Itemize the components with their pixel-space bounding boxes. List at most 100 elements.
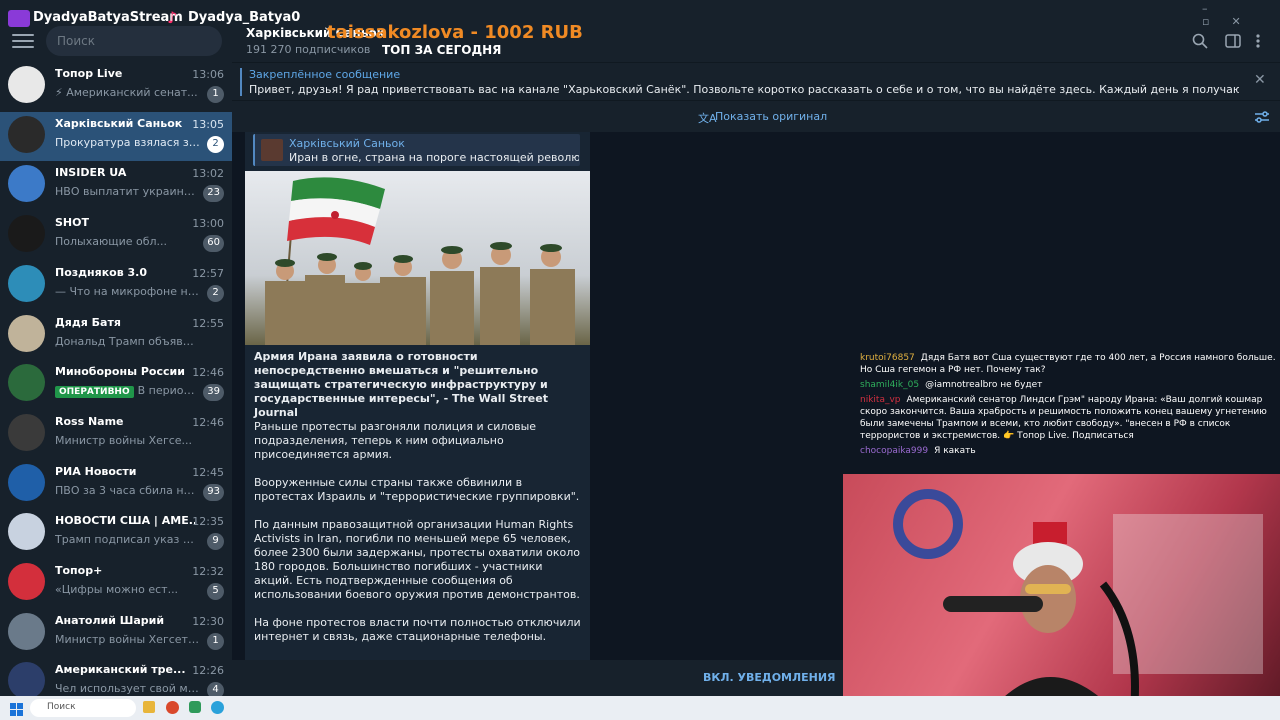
unread-badge: 9 [207,533,224,551]
chat-preview-text: Министр войны Хегсет ... [55,632,200,646]
chat-name: Американский тре... [55,663,186,677]
stream-chat-message: nikita_vp Американский сенатор Линдси Грэ… [860,394,1276,442]
window-controls[interactable]: –▫✕ [1202,2,1280,28]
chat-time: 12:35 [192,515,224,529]
chat-name: Минобороны России [55,365,185,379]
show-original-link[interactable]: Показать оригинал [715,110,827,123]
unread-badge: 5 [207,583,224,600]
chat-list-item[interactable]: Дядя Батя 12:55 Дональд Трамп объявил о в.… [0,311,232,361]
chat-message-text: Американский сенатор Линдси Грэм" народу… [860,395,1267,441]
chat-sidebar: Поиск Топор Live 13:06 ⚡ Американский сена… [0,0,232,700]
chat-preview-text: В период с 20... [137,384,200,398]
chat-avatar [8,364,45,402]
chat-preview: Полыхающие обл... [55,235,200,248]
chat-avatar [8,662,45,700]
close-icon[interactable]: ✕ [1254,72,1266,88]
chat-preview-text: — Что на микрофоне на... [55,284,200,298]
chat-username: nikita_vp [860,395,901,405]
telegram-icon[interactable] [211,701,224,714]
chat-name: Харківський Саньок [55,116,183,130]
subscriber-count: 191 270 подписчиков [246,43,371,56]
chat-avatar [8,215,45,253]
chat-list-item[interactable]: РИА Новости 12:45 ПВО за 3 часа сбила над … [0,460,232,510]
search-icon[interactable] [1192,33,1208,49]
chat-list-item[interactable]: НОВОСТИ США | АМЕ... 12:35 Трамп подписал … [0,509,232,559]
chat-name: Топор+ [55,564,103,577]
chat-time: 13:00 [192,217,224,231]
unread-badge: 39 [203,384,224,402]
chat-preview-text: Чел использует свой мо... [55,682,200,696]
pinned-message[interactable]: Закреплённое сообщение Привет, друзья! Я… [232,62,1280,100]
chat-name: НОВОСТИ США | АМЕ... [55,514,195,528]
filter-settings-icon[interactable] [1254,109,1270,125]
chat-list-item[interactable]: Ross Name 12:46 Министр войны Хегсе... [0,410,232,460]
windows-start-icon[interactable] [10,701,23,716]
file-explorer-icon[interactable] [143,701,155,713]
chat-time: 13:06 [192,68,224,81]
chat-username: krutoi76857 [860,353,915,363]
more-options-icon[interactable] [1254,33,1262,49]
unread-badge: 23 [203,185,224,203]
chat-preview: НВО выплатит украинк... [55,185,200,198]
chat-preview: — Что на микрофоне на... [55,285,200,298]
chat-preview-text: НВО выплатит украинк... [55,185,200,199]
pinned-text: Привет, друзья! Я рад приветствовать вас… [249,83,1239,96]
chat-preview-text: Дональд Трамп объявил о в... [55,334,200,348]
post-paragraph: На фоне протестов власти почти полностью… [254,616,581,643]
top-today-label: ТОП ЗА СЕГОДНЯ [382,43,502,57]
taskbar-search-input[interactable]: Поиск [30,699,136,717]
sidebar-toggle-icon[interactable] [1225,33,1241,49]
chat-preview: Трамп подписал указ о з... [55,533,200,546]
chat-preview: Министр войны Хегсет ... [55,633,200,646]
reply-author: Харківський Саньок [289,137,405,150]
chat-preview-text: Полыхающие обл... [55,235,168,249]
chat-avatar [8,463,45,501]
chat-avatar [8,165,45,203]
soldiers-photo-illustration [265,177,575,345]
chat-preview: ПВО за 3 часа сбила над ро... [55,484,200,497]
translate-icon: 文A [698,112,717,125]
chat-avatar [8,66,45,103]
chat-time: 12:32 [192,565,224,578]
reply-text: Иран в огне, страна на пороге настоящей … [289,151,579,164]
chat-list-item[interactable]: Топор+ 12:32 «Цифры можно ест... 5 [0,559,232,609]
chat-list-item[interactable]: SHOT 13:00 Полыхающие обл... 60 [0,211,232,261]
chat-avatar [8,513,45,551]
reply-preview[interactable]: Харківський Саньок Иран в огне, страна н… [253,134,580,166]
chat-name: Поздняков 3.0 [55,265,148,279]
post-image[interactable] [245,171,590,345]
streamer-webcam [843,474,1280,720]
chat-list-item[interactable]: Анатолий Шарий 12:30 Министр войны Хегсет … [0,609,232,659]
post-paragraph: Раньше протесты разгоняли полиция и сило… [254,420,537,461]
chat-preview: Прокуратура взялася за ... [55,136,200,149]
post-headline: Армия Ирана заявила о готовности непосре… [254,350,548,419]
unread-badge: 1 [207,632,224,650]
notifications-toggle-button[interactable]: ВКЛ. УВЕДОМЛЕНИЯ [703,671,836,684]
chat-username: shamil4ik_05 [860,380,920,390]
chat-avatar [8,563,45,600]
hamburger-menu-icon[interactable] [12,30,34,52]
channel-post[interactable]: Харківський Саньок Иран в огне, страна н… [245,132,590,660]
chat-preview-text: ⚡ Американский сенат... [55,86,198,99]
channel-bottom-bar: ВКЛ. УВЕДОМЛЕНИЯ [232,660,844,696]
chat-username: chocopaika999 [860,446,929,456]
chat-list-item[interactable]: Топор Live 13:06 ⚡ Американский сенат... 1 [0,62,232,112]
chrome-icon[interactable] [166,701,179,714]
unread-badge: 1 [207,86,224,103]
chat-preview-text: Трамп подписал указ о з... [55,533,200,547]
stream-chat-overlay: krutoi76857 Дядя Батя вот Сша существуют … [860,352,1276,470]
chat-list-item[interactable]: Минобороны России 12:46 ОПЕРАТИВНО В период… [0,360,232,410]
chat-preview: ⚡ Американский сенат... [55,86,200,99]
unread-badge: 60 [203,235,224,253]
search-input[interactable]: Поиск [46,26,222,56]
chat-name: SHOT [55,216,89,230]
chat-time: 12:30 [192,614,224,628]
chat-list-item[interactable]: Харківський Саньок 13:05 Прокуратура взяла… [0,111,232,162]
stream-chat-message: krutoi76857 Дядя Батя вот Сша существуют … [860,352,1276,376]
app-icon[interactable] [189,701,201,713]
chat-list-item[interactable]: INSIDER UA 13:02 НВО выплатит украинк... 23 [0,161,232,211]
unread-badge: 2 [207,284,224,302]
chat-avatar [8,413,45,451]
chat-preview-text: «Цифры можно ест... [55,583,179,596]
chat-list-item[interactable]: Поздняков 3.0 12:57 — Что на микрофоне на.… [0,261,232,311]
